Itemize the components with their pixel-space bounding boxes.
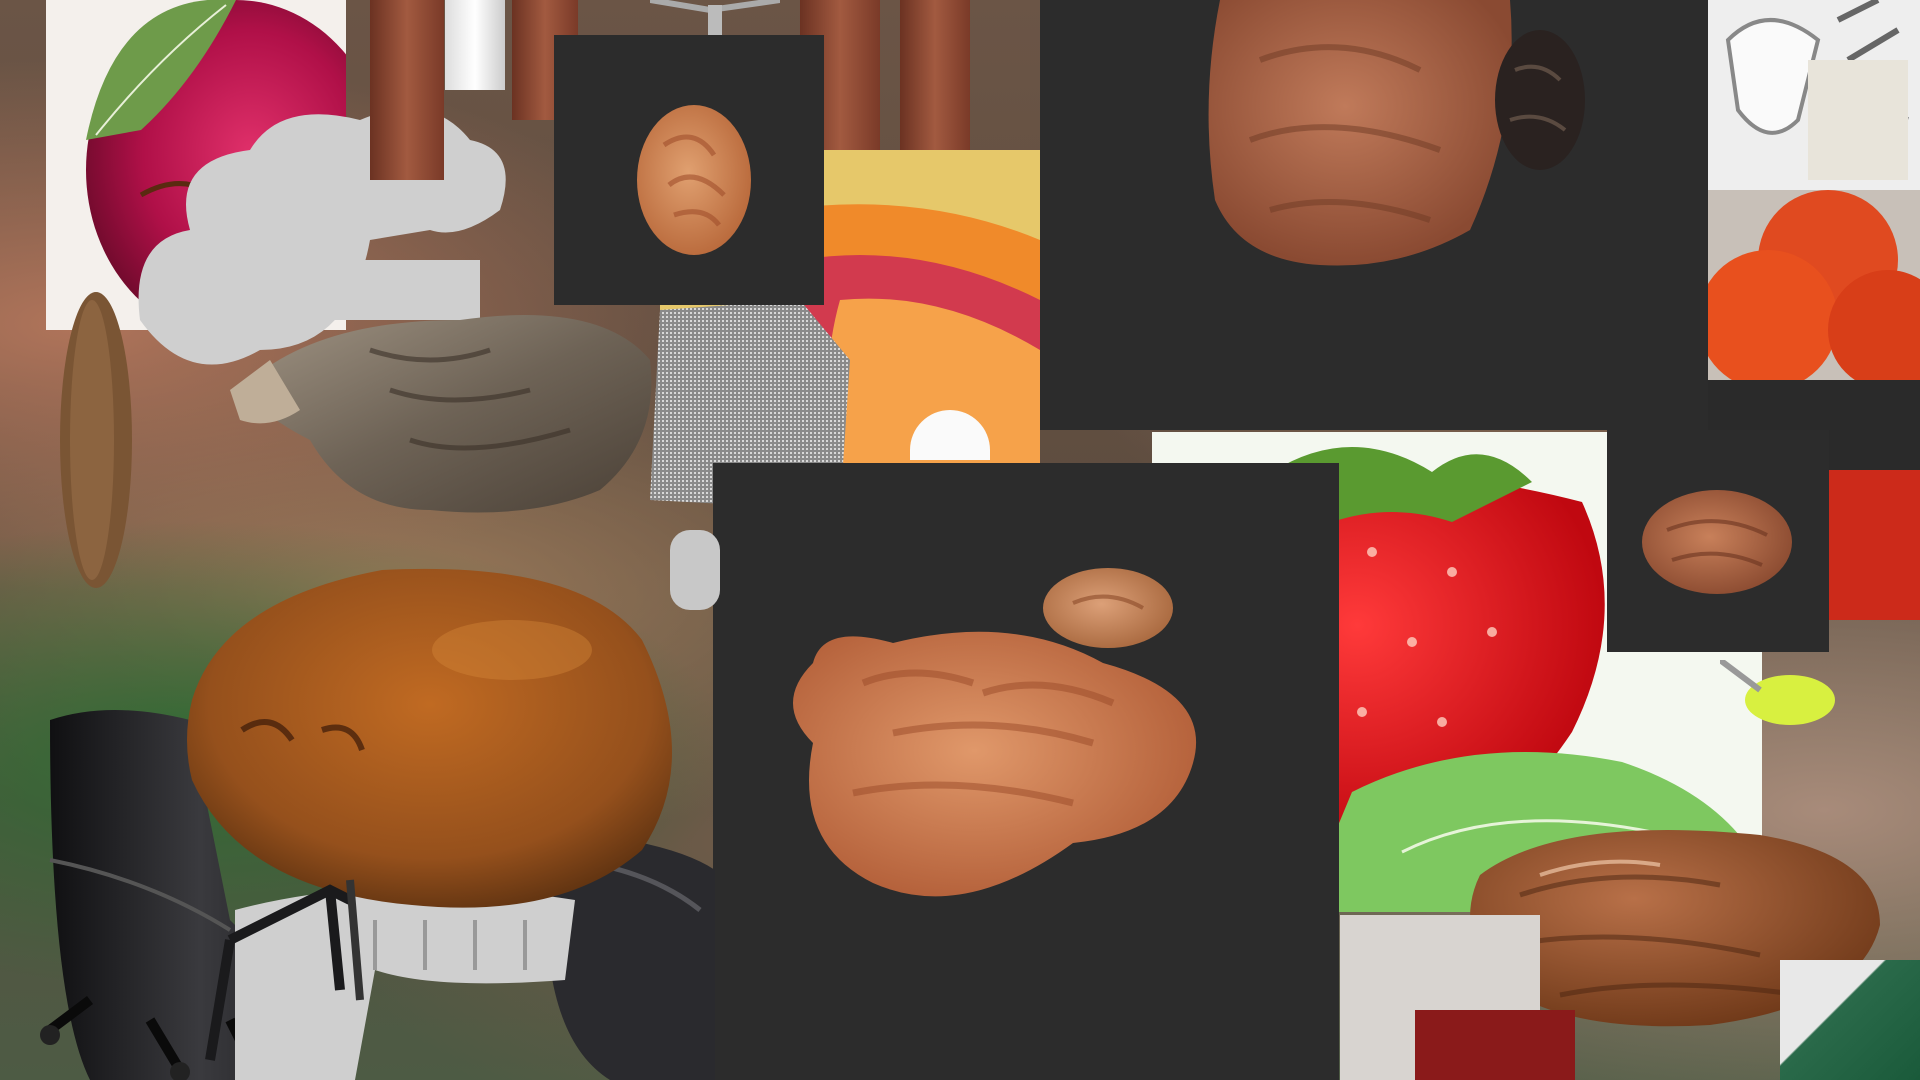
white-light-strip — [445, 0, 505, 90]
date-photo-panel-small — [554, 35, 824, 305]
chair-base-top — [650, 0, 780, 40]
date-photo-panel-right — [1607, 430, 1829, 652]
date-photo-panel-top — [1040, 0, 1708, 430]
red-object — [1415, 1010, 1575, 1080]
chair-armrest — [200, 860, 400, 1080]
date-photo-panel-center — [713, 463, 1339, 1080]
wooden-pillar — [370, 0, 444, 180]
toy-piece — [1720, 660, 1840, 740]
wooden-pillar — [900, 0, 970, 165]
cat-photo — [130, 280, 660, 520]
wooden-plate — [56, 290, 136, 590]
green-object — [1780, 960, 1920, 1080]
